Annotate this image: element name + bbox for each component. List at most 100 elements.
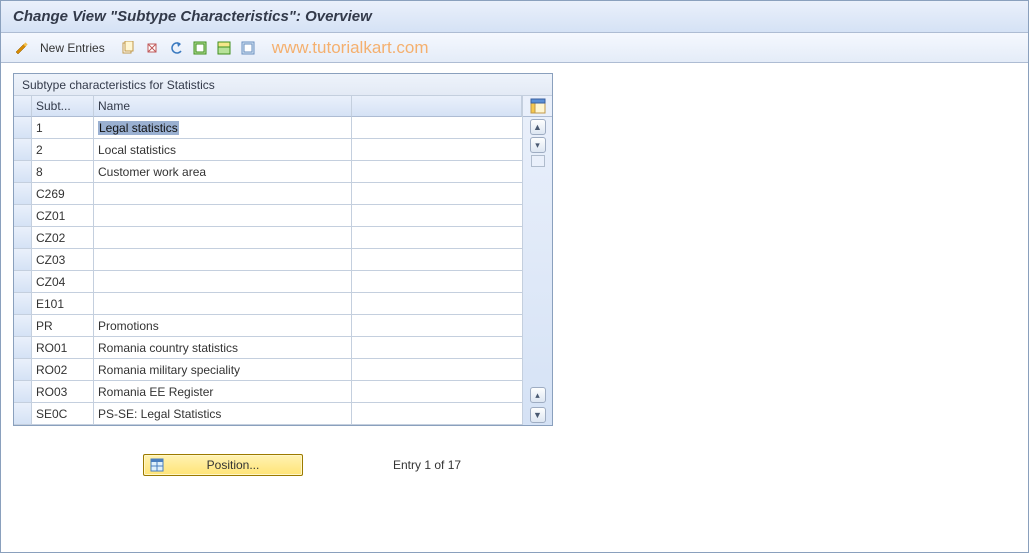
- column-selector[interactable]: [14, 96, 32, 117]
- cell-subtype[interactable]: 8: [32, 161, 94, 183]
- table-header-row: Subt... Name: [14, 96, 522, 117]
- row-selector[interactable]: [14, 315, 32, 337]
- row-selector[interactable]: [14, 381, 32, 403]
- table-row[interactable]: 2Local statistics: [14, 139, 522, 161]
- select-all-button[interactable]: [190, 38, 210, 58]
- table-row[interactable]: RO03Romania EE Register: [14, 381, 522, 403]
- scroll-thumb[interactable]: [531, 155, 545, 167]
- deselect-all-button[interactable]: [238, 38, 258, 58]
- table-row[interactable]: CZ03: [14, 249, 522, 271]
- table-row[interactable]: CZ01: [14, 205, 522, 227]
- column-subtype[interactable]: Subt...: [32, 96, 94, 117]
- cell-name[interactable]: Legal statistics: [94, 117, 352, 139]
- cell-padding: [352, 271, 522, 293]
- cell-subtype[interactable]: RO01: [32, 337, 94, 359]
- row-selector[interactable]: [14, 271, 32, 293]
- cell-subtype[interactable]: 1: [32, 117, 94, 139]
- vertical-scrollbar[interactable]: ▲ ▾ ▴ ▼: [523, 117, 552, 425]
- content-area: Subtype characteristics for Statistics S…: [1, 63, 1028, 486]
- row-selector[interactable]: [14, 403, 32, 425]
- panel-title: Subtype characteristics for Statistics: [14, 74, 552, 96]
- toggle-display-button[interactable]: [11, 38, 33, 58]
- subtype-panel: Subtype characteristics for Statistics S…: [13, 73, 553, 426]
- cell-name[interactable]: Romania EE Register: [94, 381, 352, 403]
- scroll-page-up-button[interactable]: ▾: [530, 137, 546, 153]
- table-row[interactable]: 8Customer work area: [14, 161, 522, 183]
- table-settings-icon: [530, 98, 546, 114]
- subtype-table: Subt... Name 1Legal statistics2Local sta…: [14, 96, 522, 425]
- row-selector[interactable]: [14, 161, 32, 183]
- cell-subtype[interactable]: E101: [32, 293, 94, 315]
- cell-subtype[interactable]: SE0C: [32, 403, 94, 425]
- cell-padding: [352, 359, 522, 381]
- cell-padding: [352, 249, 522, 271]
- row-selector[interactable]: [14, 293, 32, 315]
- table-side-column: ▲ ▾ ▴ ▼: [522, 96, 552, 425]
- column-name[interactable]: Name: [94, 96, 352, 117]
- scroll-up-button[interactable]: ▲: [530, 119, 546, 135]
- copy-button[interactable]: [118, 38, 138, 58]
- table-body: 1Legal statistics2Local statistics8Custo…: [14, 117, 522, 425]
- cell-padding: [352, 381, 522, 403]
- footer-row: Position... Entry 1 of 17: [13, 454, 1016, 476]
- watermark-text: www.tutorialkart.com: [272, 38, 429, 58]
- cell-name[interactable]: [94, 249, 352, 271]
- table-row[interactable]: 1Legal statistics: [14, 117, 522, 139]
- cell-subtype[interactable]: CZ01: [32, 205, 94, 227]
- cell-name[interactable]: Local statistics: [94, 139, 352, 161]
- position-label: Position...: [170, 458, 296, 472]
- delete-button[interactable]: [142, 38, 162, 58]
- table-row[interactable]: CZ04: [14, 271, 522, 293]
- undo-button[interactable]: [166, 38, 186, 58]
- table-settings-button[interactable]: [523, 96, 552, 117]
- table-row[interactable]: SE0CPS-SE: Legal Statistics: [14, 403, 522, 425]
- row-selector[interactable]: [14, 117, 32, 139]
- row-selector[interactable]: [14, 249, 32, 271]
- position-button[interactable]: Position...: [143, 454, 303, 476]
- row-selector[interactable]: [14, 359, 32, 381]
- cell-padding: [352, 403, 522, 425]
- cell-subtype[interactable]: CZ04: [32, 271, 94, 293]
- cell-padding: [352, 161, 522, 183]
- row-selector[interactable]: [14, 139, 32, 161]
- new-entries-button[interactable]: New Entries: [37, 38, 114, 58]
- cell-subtype[interactable]: CZ02: [32, 227, 94, 249]
- table-row[interactable]: PRPromotions: [14, 315, 522, 337]
- new-entries-label: New Entries: [40, 41, 105, 55]
- row-selector[interactable]: [14, 227, 32, 249]
- scroll-page-down-button[interactable]: ▴: [530, 387, 546, 403]
- toolbar: New Entries www.tutorialkart.com: [1, 33, 1028, 63]
- cell-subtype[interactable]: C269: [32, 183, 94, 205]
- select-block-button[interactable]: [214, 38, 234, 58]
- cell-subtype[interactable]: RO02: [32, 359, 94, 381]
- table-row[interactable]: RO02Romania military speciality: [14, 359, 522, 381]
- cell-name[interactable]: [94, 183, 352, 205]
- cell-padding: [352, 315, 522, 337]
- position-icon: [150, 458, 164, 472]
- scroll-down-button[interactable]: ▼: [530, 407, 546, 423]
- cell-name[interactable]: [94, 227, 352, 249]
- cell-name[interactable]: [94, 293, 352, 315]
- cell-subtype[interactable]: PR: [32, 315, 94, 337]
- table-row[interactable]: CZ02: [14, 227, 522, 249]
- row-selector[interactable]: [14, 183, 32, 205]
- cell-padding: [352, 183, 522, 205]
- cell-padding: [352, 227, 522, 249]
- table-row[interactable]: E101: [14, 293, 522, 315]
- cell-subtype[interactable]: 2: [32, 139, 94, 161]
- table-row[interactable]: C269: [14, 183, 522, 205]
- entry-counter: Entry 1 of 17: [393, 458, 461, 472]
- cell-name[interactable]: [94, 205, 352, 227]
- cell-name[interactable]: Promotions: [94, 315, 352, 337]
- cell-name[interactable]: Romania country statistics: [94, 337, 352, 359]
- row-selector[interactable]: [14, 205, 32, 227]
- cell-subtype[interactable]: CZ03: [32, 249, 94, 271]
- cell-name[interactable]: PS-SE: Legal Statistics: [94, 403, 352, 425]
- table-row[interactable]: RO01Romania country statistics: [14, 337, 522, 359]
- cell-subtype[interactable]: RO03: [32, 381, 94, 403]
- page-title: Change View "Subtype Characteristics": O…: [13, 8, 372, 25]
- row-selector[interactable]: [14, 337, 32, 359]
- cell-name[interactable]: Romania military speciality: [94, 359, 352, 381]
- cell-name[interactable]: Customer work area: [94, 161, 352, 183]
- cell-name[interactable]: [94, 271, 352, 293]
